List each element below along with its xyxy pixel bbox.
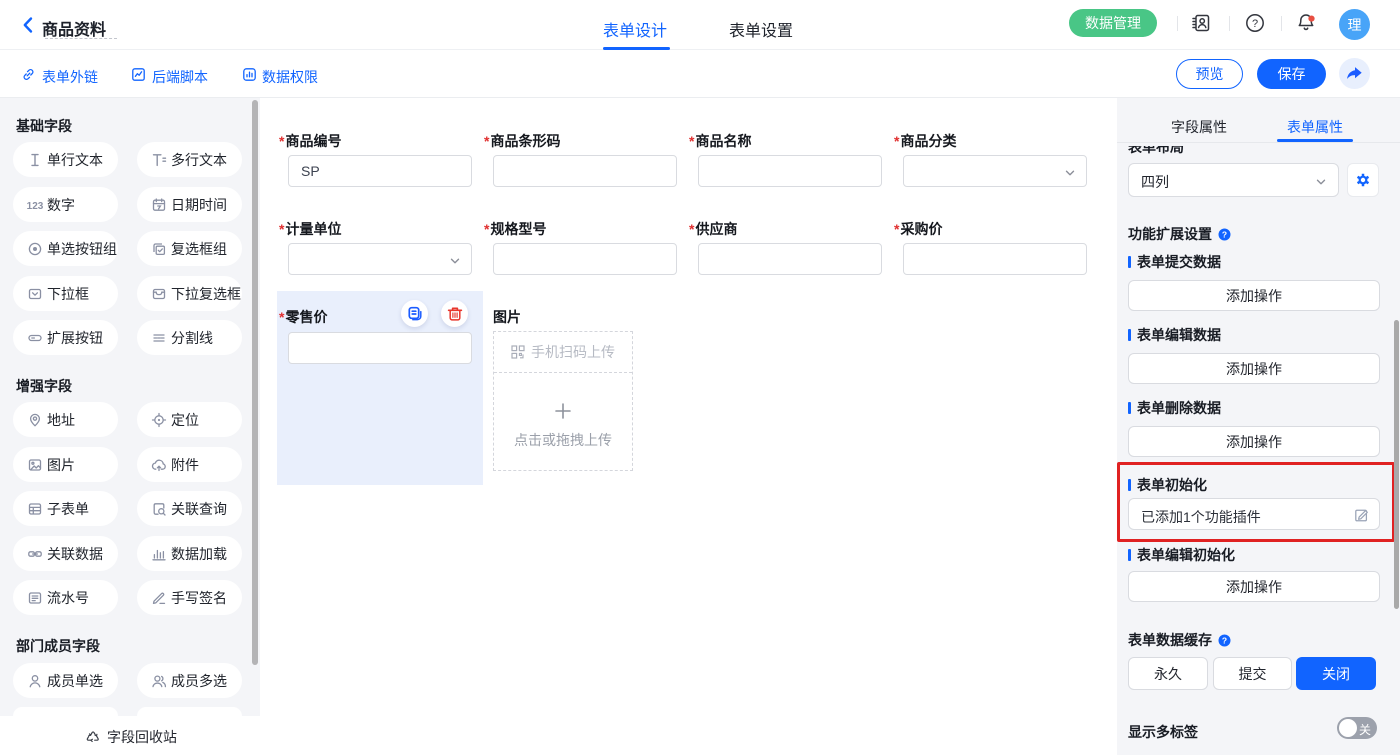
svg-text:123: 123 [27,200,43,211]
svg-text:?: ? [1222,229,1227,239]
svg-text:?: ? [1252,18,1258,30]
svg-text:?: ? [1222,635,1227,645]
